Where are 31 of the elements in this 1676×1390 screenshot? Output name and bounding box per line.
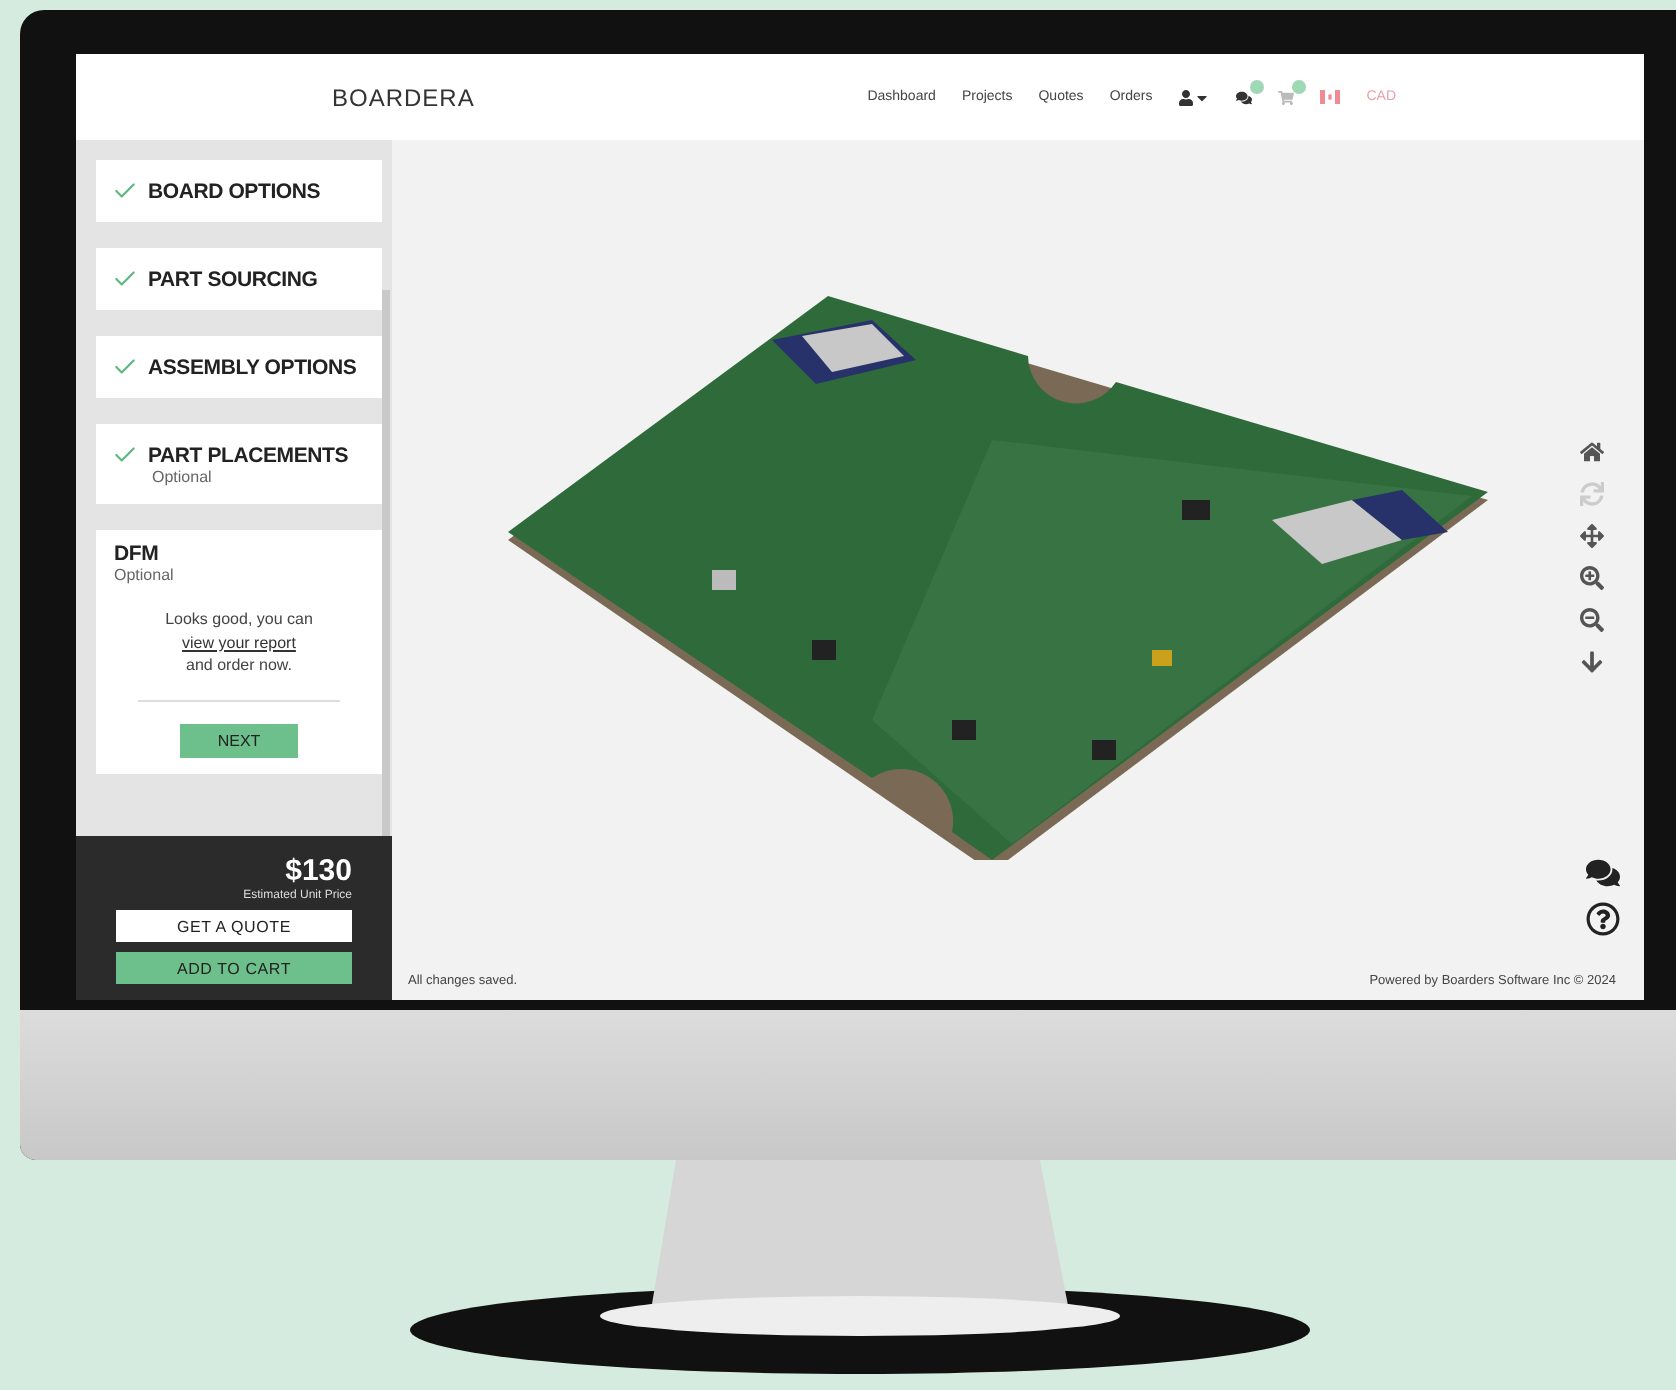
move-icon[interactable] <box>1580 524 1604 548</box>
dfm-message: Looks good, you can view your report and order now. <box>163 608 315 678</box>
step-card[interactable]: BOARD OPTIONS <box>96 160 382 222</box>
step-card[interactable]: PART SOURCING <box>96 248 382 310</box>
step-subtitle: Optional <box>114 566 176 584</box>
report-link[interactable]: view your report <box>182 633 296 652</box>
arrow-down-icon[interactable] <box>1580 650 1604 674</box>
step-title: PART SOURCING <box>148 267 318 291</box>
step-subtitle: Optional <box>152 468 214 486</box>
add-to-cart-button[interactable]: ADD TO CART <box>116 952 352 984</box>
flag-icon <box>1320 90 1341 104</box>
step-card[interactable]: PART PLACEMENTS Optional <box>96 424 382 504</box>
user-menu-icon[interactable] <box>1178 89 1211 105</box>
scrollbar[interactable] <box>382 290 390 836</box>
help-icon[interactable] <box>1586 902 1620 936</box>
step-title: BOARD OPTIONS <box>148 179 321 203</box>
home-icon[interactable] <box>1580 440 1604 464</box>
notification-badge <box>1292 79 1307 93</box>
next-button[interactable]: NEXT <box>180 723 298 758</box>
quote-button[interactable]: GET A QUOTE <box>116 910 352 942</box>
step-title: ASSEMBLY OPTIONS <box>148 355 357 379</box>
logo[interactable]: BOARDERA <box>332 83 475 111</box>
notification-badge <box>1250 79 1265 93</box>
chat-icon[interactable] <box>1586 856 1620 890</box>
chat-icon[interactable] <box>1236 89 1253 105</box>
zoom-out-icon[interactable] <box>1580 608 1604 632</box>
step-card[interactable]: ASSEMBLY OPTIONS <box>96 336 382 398</box>
step-title: DFM <box>114 542 161 566</box>
zoom-in-icon[interactable] <box>1580 566 1604 590</box>
unit-price: $130 <box>285 854 352 888</box>
step-title: PART PLACEMENTS <box>148 443 349 467</box>
